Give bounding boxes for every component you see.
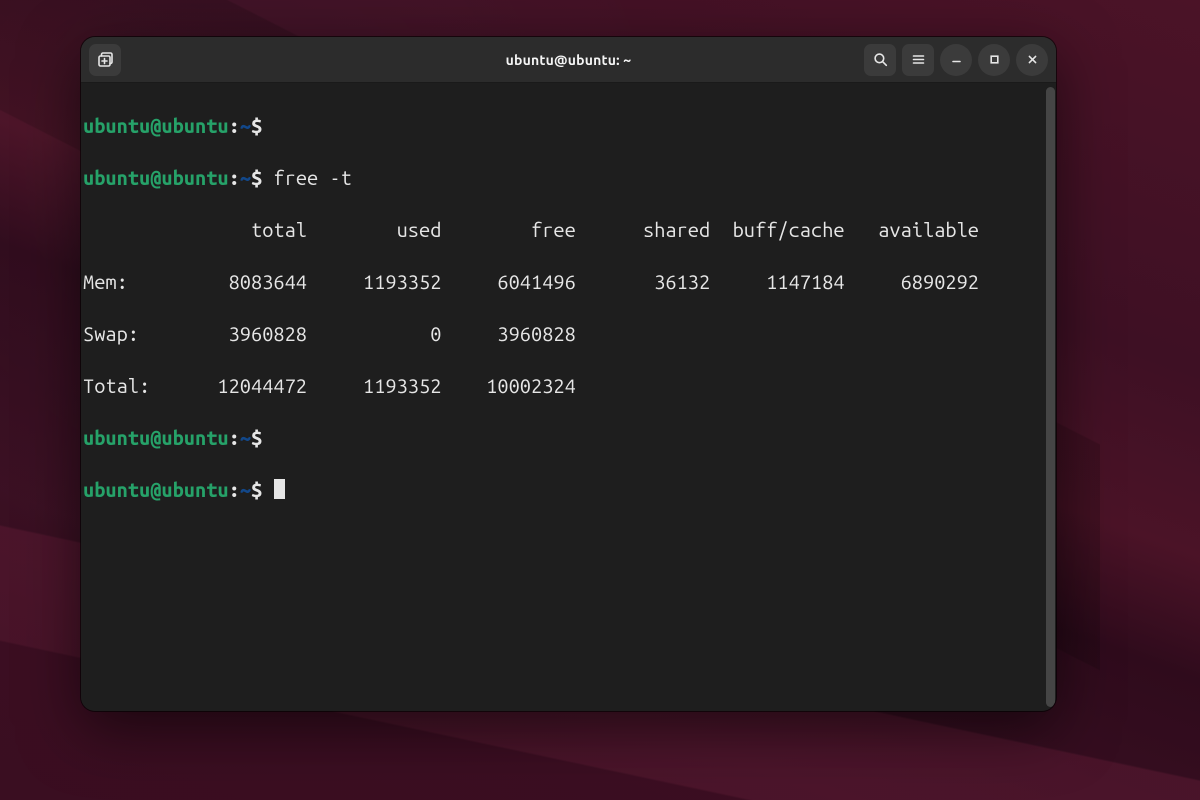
maximize-button[interactable]	[978, 44, 1010, 76]
prompt-line: ubuntu@ubuntu:~$	[83, 113, 1054, 139]
prompt-sigil: $	[251, 426, 262, 449]
prompt-colon: :	[229, 166, 240, 189]
output-mem-row: Mem: 8083644 1193352 6041496 36132 11471…	[83, 269, 1054, 295]
prompt-path: ~	[240, 166, 251, 189]
desktop-wallpaper: ubuntu@ubuntu: ~	[0, 0, 1200, 800]
titlebar-left-group	[89, 44, 299, 76]
output-header: total used free shared buff/cache availa…	[83, 217, 1054, 243]
prompt-colon: :	[229, 478, 240, 501]
menu-button[interactable]	[902, 44, 934, 76]
minimize-icon	[950, 53, 963, 66]
scrollbar-vertical[interactable]	[1046, 87, 1055, 707]
search-button[interactable]	[864, 44, 896, 76]
prompt-path: ~	[240, 426, 251, 449]
minimize-button[interactable]	[940, 44, 972, 76]
output-swap-row: Swap: 3960828 0 3960828	[83, 321, 1054, 347]
new-tab-icon	[97, 51, 114, 68]
prompt-colon: :	[229, 114, 240, 137]
prompt-user-host: ubuntu@ubuntu	[83, 114, 229, 137]
prompt-sigil: $	[251, 166, 262, 189]
prompt-user-host: ubuntu@ubuntu	[83, 478, 229, 501]
prompt-line-active[interactable]: ubuntu@ubuntu:~$	[83, 477, 1054, 503]
new-tab-button[interactable]	[89, 44, 121, 76]
maximize-icon	[988, 53, 1001, 66]
prompt-colon: :	[229, 426, 240, 449]
prompt-line: ubuntu@ubuntu:~$	[83, 425, 1054, 451]
close-icon	[1026, 53, 1039, 66]
window-title: ubuntu@ubuntu: ~	[305, 52, 832, 68]
terminal-body[interactable]: ubuntu@ubuntu:~$ ubuntu@ubuntu:~$ free -…	[81, 83, 1056, 711]
prompt-sigil: $	[251, 114, 262, 137]
output-total-row: Total: 12044472 1193352 10002324	[83, 373, 1054, 399]
titlebar-right-group	[838, 44, 1048, 76]
prompt-path: ~	[240, 478, 251, 501]
terminal-cursor	[274, 479, 285, 499]
search-icon	[873, 52, 888, 67]
prompt-line: ubuntu@ubuntu:~$ free -t	[83, 165, 1054, 191]
command-text: free -t	[262, 166, 352, 189]
close-button[interactable]	[1016, 44, 1048, 76]
hamburger-icon	[911, 52, 926, 67]
prompt-sigil: $	[251, 478, 262, 501]
prompt-user-host: ubuntu@ubuntu	[83, 166, 229, 189]
titlebar[interactable]: ubuntu@ubuntu: ~	[81, 37, 1056, 83]
terminal-window: ubuntu@ubuntu: ~	[81, 37, 1056, 711]
prompt-user-host: ubuntu@ubuntu	[83, 426, 229, 449]
prompt-path: ~	[240, 114, 251, 137]
